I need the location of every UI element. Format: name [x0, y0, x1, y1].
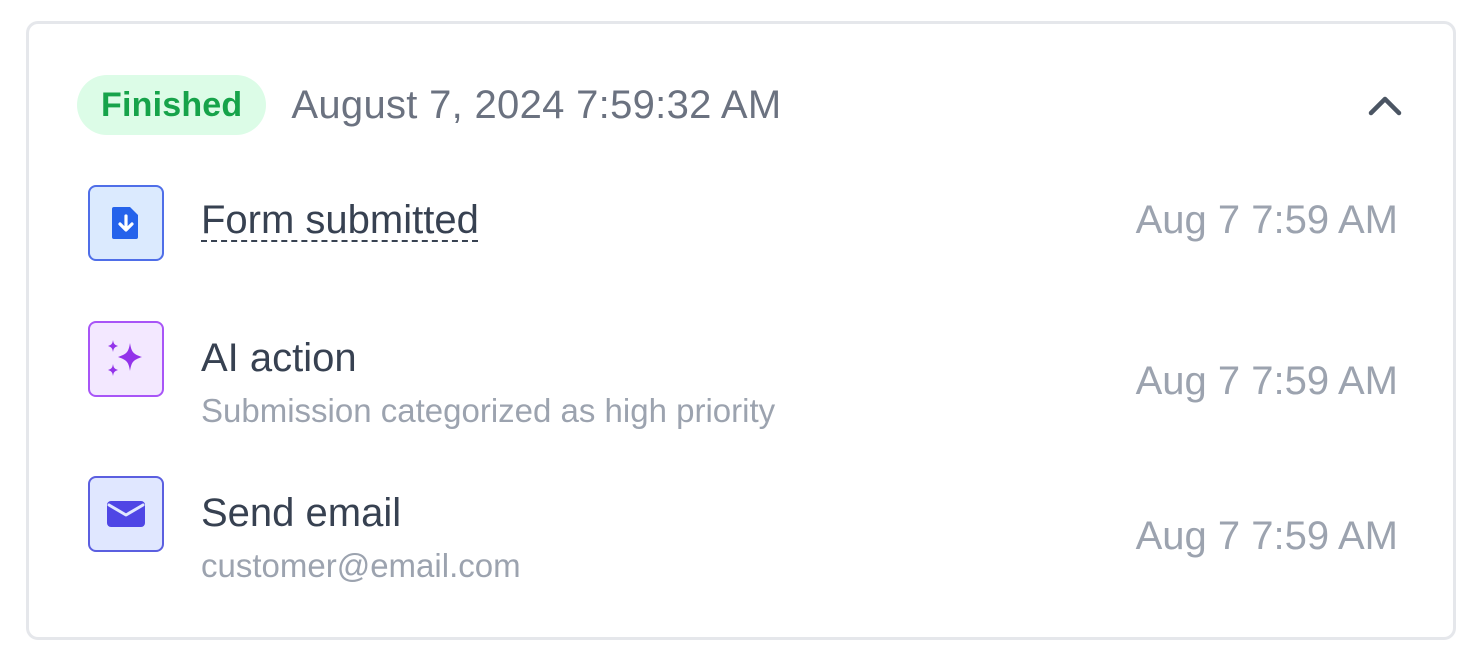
event-time: Aug 7 7:59 AM — [1135, 359, 1398, 403]
file-download-icon — [112, 207, 138, 239]
run-header[interactable]: Finished August 7, 2024 7:59:32 AM — [77, 73, 1402, 137]
event-subtitle: Submission categorized as high priority — [201, 392, 776, 429]
run-datetime: August 7, 2024 7:59:32 AM — [291, 82, 782, 127]
event-icon-container — [88, 476, 164, 552]
sparkles-icon — [108, 340, 142, 376]
status-badge: Finished — [77, 75, 267, 135]
event-time: Aug 7 7:59 AM — [1135, 514, 1398, 558]
event-title: AI action — [201, 336, 357, 380]
run-history-card: Finished August 7, 2024 7:59:32 AM Form … — [26, 21, 1456, 640]
chevron-up-icon — [1368, 96, 1402, 116]
event-row-form-submitted: Form submitted Aug 7 7:59 AM — [88, 183, 1398, 263]
event-title: Send email — [201, 491, 402, 535]
event-icon-container — [88, 185, 164, 261]
event-icon-container — [88, 321, 164, 397]
event-row-ai-action: AI action Submission categorized as high… — [88, 321, 1398, 429]
event-subtitle: customer@email.com — [201, 547, 521, 584]
collapse-toggle-button[interactable] — [1365, 87, 1405, 123]
event-row-send-email: Send email customer@email.com Aug 7 7:59… — [88, 476, 1398, 584]
event-time: Aug 7 7:59 AM — [1135, 198, 1398, 242]
event-title-link[interactable]: Form submitted — [201, 198, 479, 243]
envelope-icon — [107, 501, 145, 527]
